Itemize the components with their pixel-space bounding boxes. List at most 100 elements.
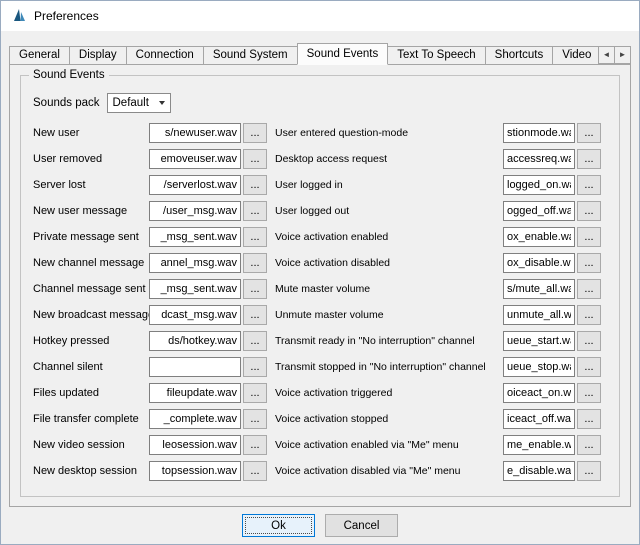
event-label: New user xyxy=(33,127,149,139)
browse-button[interactable]: ... xyxy=(577,253,601,273)
browse-button[interactable]: ... xyxy=(243,123,267,143)
event-label: Desktop access request xyxy=(275,153,503,165)
browse-button[interactable]: ... xyxy=(577,461,601,481)
sound-file-input[interactable] xyxy=(503,383,575,403)
event-label: User removed xyxy=(33,153,149,165)
sound-file-input[interactable] xyxy=(149,279,241,299)
teamtalk-logo-icon xyxy=(11,8,27,24)
sound-event-row: New desktop session ... Voice activation… xyxy=(33,458,607,484)
event-label: New user message xyxy=(33,205,149,217)
browse-button[interactable]: ... xyxy=(577,435,601,455)
browse-button[interactable]: ... xyxy=(577,357,601,377)
sound-file-input[interactable] xyxy=(149,201,241,221)
sound-file-input[interactable] xyxy=(149,305,241,325)
sound-file-input[interactable] xyxy=(503,305,575,325)
browse-button[interactable]: ... xyxy=(577,279,601,299)
browse-button[interactable]: ... xyxy=(577,409,601,429)
event-label: Files updated xyxy=(33,387,149,399)
browse-button[interactable]: ... xyxy=(577,175,601,195)
event-label: Voice activation triggered xyxy=(275,387,503,399)
sounds-pack-label: Sounds pack xyxy=(33,97,100,109)
tab-text-to-speech[interactable]: Text To Speech xyxy=(387,46,485,65)
browse-button[interactable]: ... xyxy=(243,175,267,195)
browse-button[interactable]: ... xyxy=(243,383,267,403)
tab-scroll-right-button[interactable]: ► xyxy=(614,46,631,64)
browse-button[interactable]: ... xyxy=(577,227,601,247)
event-label: Mute master volume xyxy=(275,283,503,295)
browse-button[interactable]: ... xyxy=(577,123,601,143)
sound-file-input[interactable] xyxy=(149,435,241,455)
tab-scroll-left-button[interactable]: ◄ xyxy=(598,46,615,64)
browse-button[interactable]: ... xyxy=(243,227,267,247)
browse-button[interactable]: ... xyxy=(243,305,267,325)
event-label: Transmit stopped in "No interruption" ch… xyxy=(275,361,503,373)
sound-file-input[interactable] xyxy=(503,227,575,247)
tab-shortcuts[interactable]: Shortcuts xyxy=(485,46,554,65)
titlebar: Preferences xyxy=(1,1,639,31)
sound-file-input[interactable] xyxy=(503,201,575,221)
arrow-right-icon: ► xyxy=(619,50,627,59)
tab-sound-system[interactable]: Sound System xyxy=(203,46,298,65)
sound-event-row: New broadcast message ... Unmute master … xyxy=(33,302,607,328)
sound-event-row: Files updated ... Voice activation trigg… xyxy=(33,380,607,406)
event-label: Unmute master volume xyxy=(275,309,503,321)
tab-bar: General Display Connection Sound System … xyxy=(9,43,631,65)
browse-button[interactable]: ... xyxy=(577,201,601,221)
event-label: Voice activation enabled via "Me" menu xyxy=(275,439,503,451)
tab-general[interactable]: General xyxy=(9,46,70,65)
sounds-pack-select[interactable]: Default xyxy=(107,93,171,113)
sound-file-input[interactable] xyxy=(149,253,241,273)
event-label: Hotkey pressed xyxy=(33,335,149,347)
event-label: Voice activation disabled xyxy=(275,257,503,269)
sound-file-input[interactable] xyxy=(149,383,241,403)
sound-file-input[interactable] xyxy=(149,123,241,143)
event-label: Private message sent xyxy=(33,231,149,243)
event-label: Voice activation disabled via "Me" menu xyxy=(275,465,503,477)
browse-button[interactable]: ... xyxy=(243,357,267,377)
tab-sound-events[interactable]: Sound Events xyxy=(297,43,389,65)
browse-button[interactable]: ... xyxy=(577,305,601,325)
sound-file-input[interactable] xyxy=(149,149,241,169)
sound-file-input[interactable] xyxy=(503,279,575,299)
browse-button[interactable]: ... xyxy=(577,331,601,351)
event-label: New video session xyxy=(33,439,149,451)
tab-display[interactable]: Display xyxy=(69,46,127,65)
sound-file-input[interactable] xyxy=(149,227,241,247)
event-label: Voice activation enabled xyxy=(275,231,503,243)
sound-events-group: Sound Events Sounds pack Default New use… xyxy=(20,75,620,497)
browse-button[interactable]: ... xyxy=(243,435,267,455)
tab-connection[interactable]: Connection xyxy=(126,46,204,65)
sound-file-input[interactable] xyxy=(149,357,241,377)
browse-button[interactable]: ... xyxy=(243,409,267,429)
sounds-pack-row: Sounds pack Default xyxy=(33,92,607,113)
ok-button[interactable]: Ok xyxy=(242,514,315,537)
cancel-button[interactable]: Cancel xyxy=(325,514,398,537)
browse-button[interactable]: ... xyxy=(243,149,267,169)
browse-button[interactable]: ... xyxy=(243,331,267,351)
sound-file-input[interactable] xyxy=(149,175,241,195)
sound-file-input[interactable] xyxy=(503,461,575,481)
sound-file-input[interactable] xyxy=(503,409,575,429)
sound-file-input[interactable] xyxy=(149,461,241,481)
event-label: Channel silent xyxy=(33,361,149,373)
browse-button[interactable]: ... xyxy=(577,383,601,403)
sound-event-row: Private message sent ... Voice activatio… xyxy=(33,224,607,250)
sound-file-input[interactable] xyxy=(503,331,575,351)
sound-file-input[interactable] xyxy=(503,149,575,169)
tab-scroll-buttons: ◄ ► xyxy=(599,46,631,64)
browse-button[interactable]: ... xyxy=(577,149,601,169)
browse-button[interactable]: ... xyxy=(243,253,267,273)
browse-button[interactable]: ... xyxy=(243,201,267,221)
sound-file-input[interactable] xyxy=(149,331,241,351)
sound-file-input[interactable] xyxy=(503,123,575,143)
sound-file-input[interactable] xyxy=(503,357,575,377)
sound-file-input[interactable] xyxy=(503,435,575,455)
event-label: Voice activation stopped xyxy=(275,413,503,425)
browse-button[interactable]: ... xyxy=(243,461,267,481)
sound-file-input[interactable] xyxy=(503,175,575,195)
sound-file-input[interactable] xyxy=(503,253,575,273)
sound-file-input[interactable] xyxy=(149,409,241,429)
event-label: User entered question-mode xyxy=(275,127,503,139)
browse-button[interactable]: ... xyxy=(243,279,267,299)
event-label: Channel message sent xyxy=(33,283,149,295)
